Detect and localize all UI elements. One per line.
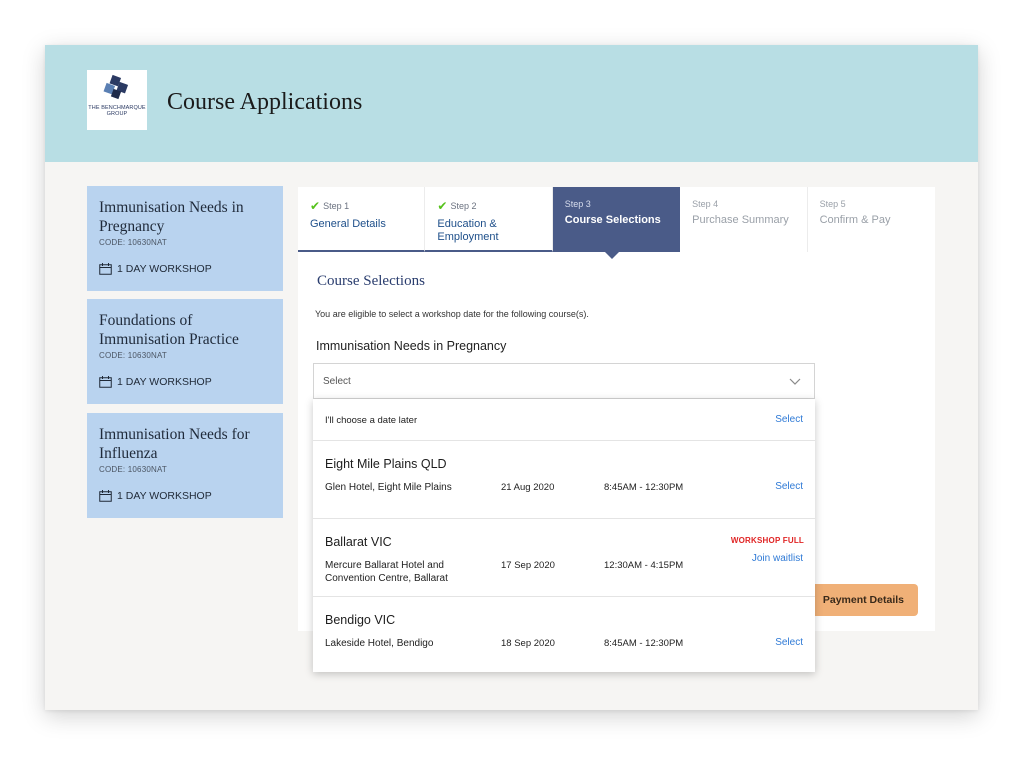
section-title: Course Selections xyxy=(317,273,425,289)
step-course-selections[interactable]: Step 3 Course Selections xyxy=(552,187,681,259)
select-link[interactable]: Select xyxy=(775,414,803,425)
venue-time: 8:45AM - 12:30PM xyxy=(604,638,684,649)
step-number: ✔ Step 1 xyxy=(310,199,424,213)
calendar-icon xyxy=(99,376,112,388)
payment-button-label: Payment Details xyxy=(822,594,904,606)
benchmarque-logo: THE BENCHMARQUE GROUP xyxy=(87,70,147,130)
course-code: CODE: 10630NAT xyxy=(99,238,168,247)
course-workshop-type: 1 DAY WORKSHOP xyxy=(99,490,212,502)
step-number-text: Step 2 xyxy=(450,201,477,211)
logo-mark-icon xyxy=(103,74,129,100)
venue-location: Glen Hotel, Eight Mile Plains xyxy=(325,482,452,493)
venue-city: Bendigo VIC xyxy=(325,613,396,627)
option-text: I'll choose a date later xyxy=(325,415,418,426)
selected-course-heading: Immunisation Needs in Pregnancy xyxy=(316,339,507,353)
option-venue-eight-mile-plains[interactable]: Eight Mile Plains QLD Glen Hotel, Eight … xyxy=(313,441,815,519)
venue-city: Ballarat VIC xyxy=(325,535,392,549)
option-venue-bendigo[interactable]: Bendigo VIC Lakeside Hotel, Bendigo 18 S… xyxy=(313,597,815,675)
check-icon: ✔ xyxy=(437,199,448,213)
workshop-label: 1 DAY WORKSHOP xyxy=(117,376,212,388)
workshop-date-select[interactable]: Select xyxy=(313,363,815,399)
join-waitlist-link[interactable]: Join waitlist xyxy=(752,553,803,564)
step-label: Course Selections xyxy=(564,214,661,226)
course-card-pregnancy[interactable]: Immunisation Needs in Pregnancy CODE: 10… xyxy=(87,186,283,291)
calendar-icon xyxy=(99,263,112,275)
course-name: Immunisation Needs in Pregnancy xyxy=(99,199,244,235)
logo-text: THE BENCHMARQUE GROUP xyxy=(88,105,146,117)
step-education-employment[interactable]: ✔ Step 2 Education & Employment xyxy=(425,187,553,252)
step-general-details[interactable]: ✔ Step 1 General Details xyxy=(298,187,426,252)
venue-date: 18 Sep 2020 xyxy=(501,638,555,649)
step-label: General Details xyxy=(310,218,386,230)
venue-date: 21 Aug 2020 xyxy=(501,482,555,493)
venue-time: 12:30AM - 4:15PM xyxy=(604,560,684,571)
step-number: Step 4 xyxy=(692,199,719,209)
step-label: Purchase Summary xyxy=(692,214,789,226)
eligibility-text: You are eligible to select a workshop da… xyxy=(315,309,589,319)
venue-location: Mercure Ballarat Hotel and Convention Ce… xyxy=(325,560,448,584)
option-venue-ballarat[interactable]: Ballarat VIC Mercure Ballarat Hotel and … xyxy=(313,519,815,597)
course-card-foundations[interactable]: Foundations of Immunisation Practice COD… xyxy=(87,299,283,404)
option-choose-later[interactable]: I'll choose a date later Select xyxy=(313,399,815,441)
step-number: Step 3 xyxy=(564,199,591,209)
header: THE BENCHMARQUE GROUP Course Application… xyxy=(45,45,978,162)
venue-time: 8:45AM - 12:30PM xyxy=(604,482,684,493)
course-name: Foundations of Immunisation Practice xyxy=(99,312,239,348)
step-number-text: Step 1 xyxy=(323,201,350,211)
step-label: Education & Employment xyxy=(437,218,499,243)
select-link[interactable]: Select xyxy=(775,481,803,492)
step-confirm-pay: Step 5 Confirm & Pay xyxy=(807,187,935,252)
step-purchase-summary: Step 4 Purchase Summary xyxy=(680,187,808,252)
step-label: Confirm & Pay xyxy=(819,214,891,226)
course-workshop-type: 1 DAY WORKSHOP xyxy=(99,263,212,275)
calendar-icon xyxy=(99,490,112,502)
course-card-influenza[interactable]: Immunisation Needs for Influenza CODE: 1… xyxy=(87,413,283,518)
payment-details-button[interactable]: Payment Details xyxy=(810,584,918,616)
venue-city: Eight Mile Plains QLD xyxy=(325,457,447,471)
step-progress: ✔ Step 1 General Details ✔ Step 2 Educatio… xyxy=(298,187,935,259)
course-code: CODE: 10630NAT xyxy=(99,351,168,360)
workshop-full-badge: WORKSHOP FULL xyxy=(730,536,804,545)
workshop-label: 1 DAY WORKSHOP xyxy=(117,263,212,275)
workshop-dropdown: I'll choose a date later Select Eight Mi… xyxy=(313,399,815,672)
venue-location: Lakeside Hotel, Bendigo xyxy=(325,638,434,649)
step-number: Step 5 xyxy=(819,199,846,209)
check-icon: ✔ xyxy=(310,199,321,213)
workshop-label: 1 DAY WORKSHOP xyxy=(117,490,212,502)
step-number: ✔ Step 2 xyxy=(437,199,551,213)
page-title: Course Applications xyxy=(167,89,363,115)
course-workshop-type: 1 DAY WORKSHOP xyxy=(99,376,212,388)
select-link[interactable]: Select xyxy=(775,637,803,648)
venue-date: 17 Sep 2020 xyxy=(501,560,555,571)
course-code: CODE: 10630NAT xyxy=(99,465,168,474)
chevron-down-icon xyxy=(789,378,801,385)
course-name: Immunisation Needs for Influenza xyxy=(99,426,250,462)
select-value: Select xyxy=(323,376,351,387)
